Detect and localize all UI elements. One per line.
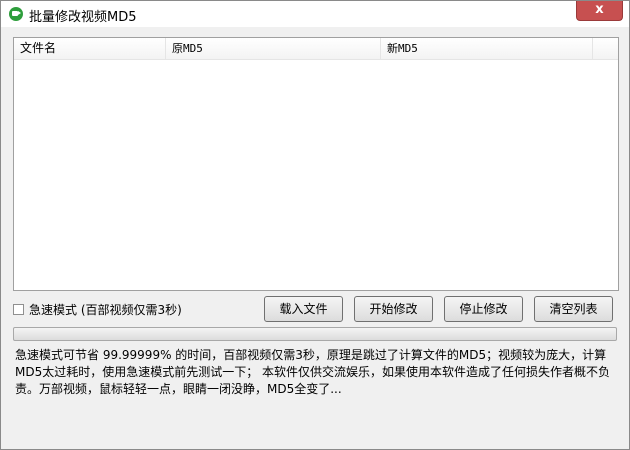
video-app-icon [9, 7, 23, 21]
window-title: 批量修改视频MD5 [29, 10, 137, 25]
app-window: 批量修改视频MD5 x 文件名 原MD5 新MD5 急速模式 (百部视频仅需3秒… [0, 0, 630, 450]
column-header-filename[interactable]: 文件名 [14, 38, 166, 59]
description-line-3: 责。万部视频，鼠标轻轻一点，眼睛一闭没睁，MD5全变了... [15, 382, 342, 396]
clear-list-button[interactable]: 清空列表 [534, 296, 613, 322]
description-line-2: MD5太过耗时，使用急速模式前先测试一下； 本软件仅供交流娱乐，如果使用本软件造… [15, 365, 611, 379]
list-header: 文件名 原MD5 新MD5 [14, 38, 618, 60]
title-bar: 批量修改视频MD5 x [1, 1, 629, 27]
fast-mode-checkbox[interactable] [13, 303, 24, 315]
column-header-original-md5[interactable]: 原MD5 [166, 38, 381, 59]
fast-mode-label[interactable]: 急速模式 (百部视频仅需3秒) [29, 301, 182, 318]
file-list[interactable]: 文件名 原MD5 新MD5 [13, 37, 619, 291]
description-text: 急速模式可节省 99.99999% 的时间，百部视频仅需3秒，原理是跳过了计算文… [15, 347, 619, 398]
progress-bar [13, 327, 617, 341]
description-line-1: 急速模式可节省 99.99999% 的时间，百部视频仅需3秒，原理是跳过了计算文… [15, 348, 607, 362]
stop-modify-button[interactable]: 停止修改 [444, 296, 523, 322]
close-button[interactable]: x [576, 1, 623, 21]
column-header-new-md5[interactable]: 新MD5 [381, 38, 593, 59]
column-header-empty [593, 38, 618, 59]
fast-mode-option[interactable]: 急速模式 (百部视频仅需3秒) [13, 301, 182, 317]
start-modify-button[interactable]: 开始修改 [354, 296, 433, 322]
load-files-button[interactable]: 载入文件 [264, 296, 343, 322]
